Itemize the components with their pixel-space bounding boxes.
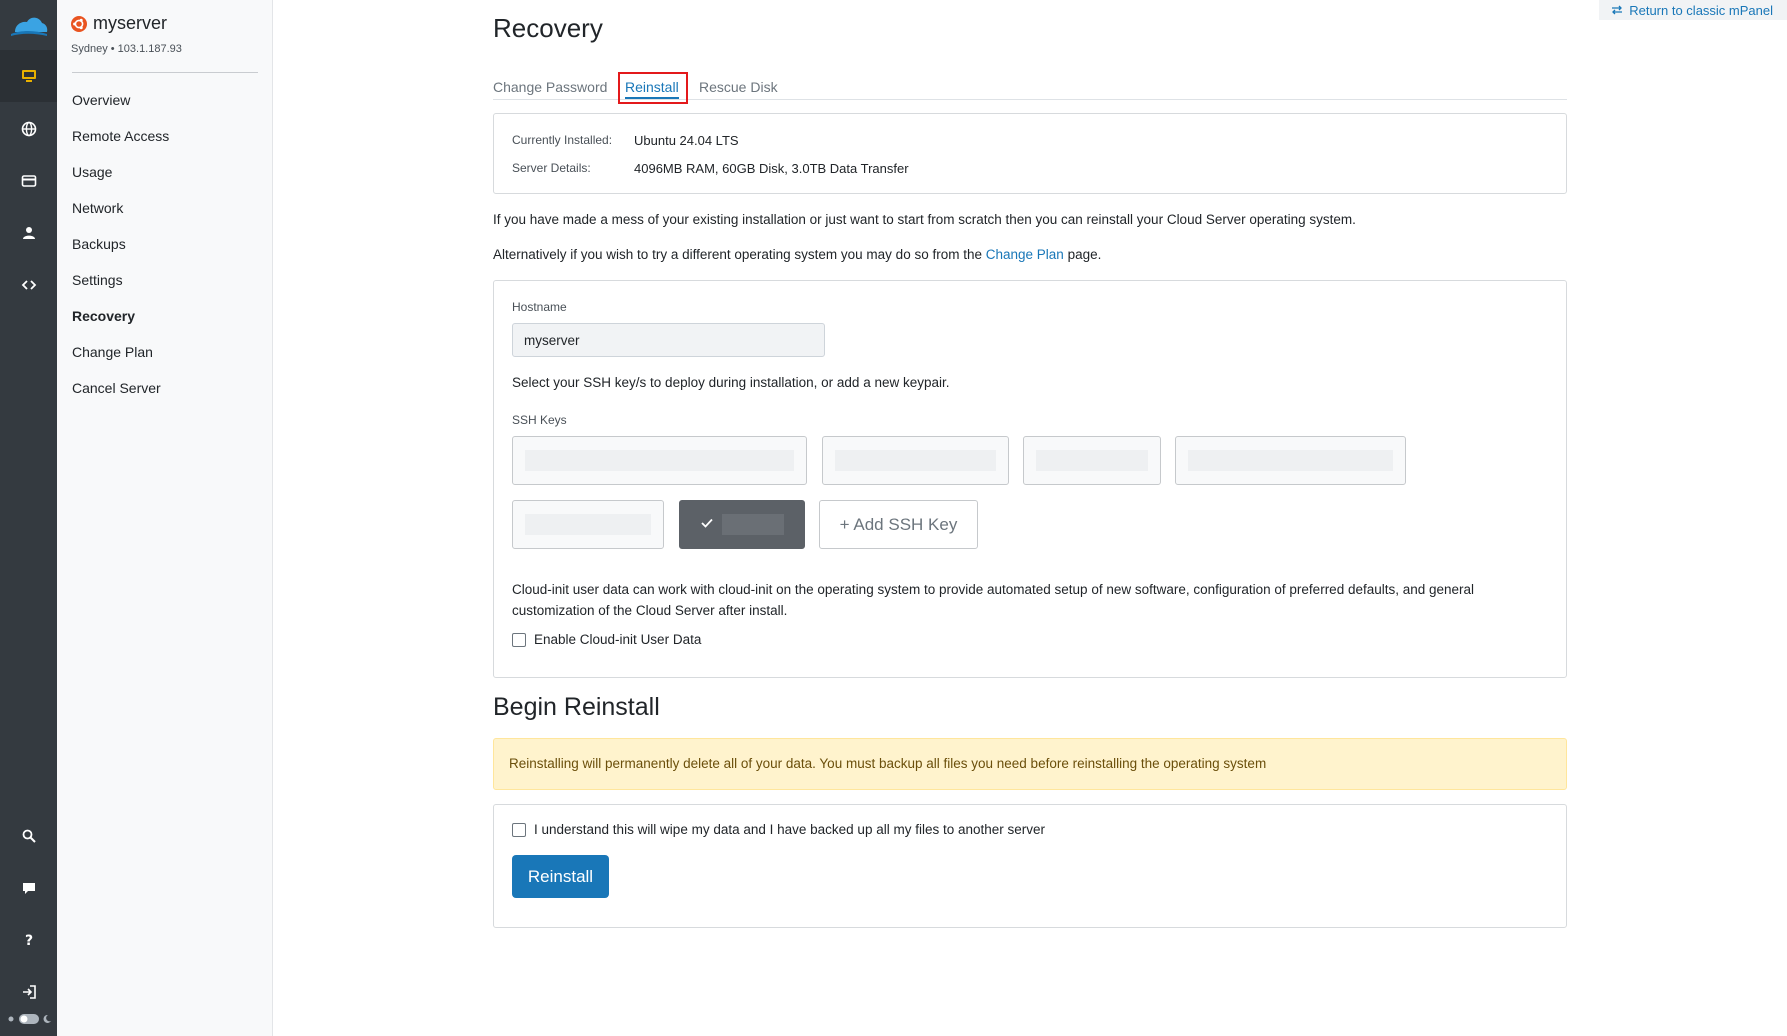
add-ssh-key-button[interactable]: + Add SSH Key [819,500,978,549]
page-title: Recovery [493,13,603,43]
installed-label: Currently Installed: [512,133,613,147]
begin-reinstall-heading: Begin Reinstall [493,693,660,721]
return-classic-link[interactable]: Return to classic mPanel [1599,0,1787,20]
icon-rail: ? [0,0,57,1036]
server-location: Sydney • 103.1.187.93 [71,43,182,55]
ssh-key-name-redacted [835,450,996,471]
ubuntu-icon [71,15,87,32]
ssh-key-option[interactable] [822,436,1009,485]
sidebar-item-cancel-server[interactable]: Cancel Server [72,370,169,406]
help-icon: ? [24,933,32,948]
sidebar-divider [72,72,258,73]
account-nav-button[interactable] [0,207,57,259]
change-plan-suffix: page. [1067,247,1102,262]
ssh-key-option[interactable] [512,500,664,549]
server-info-card: Currently Installed: Ubuntu 24.04 LTS Se… [493,113,1567,194]
sidebar-item-remote-access[interactable]: Remote Access [72,118,169,154]
tab-change-password[interactable]: Change Password [493,79,607,95]
ssh-key-name-redacted [1188,450,1393,471]
ssh-key-option[interactable] [1023,436,1161,485]
servers-nav-button[interactable] [0,50,57,102]
cloudinit-description-line1: Cloud-init user data can work with cloud… [512,582,1475,597]
tab-rescue-disk[interactable]: Rescue Disk [699,79,778,95]
confirm-checkbox[interactable] [512,822,526,837]
sidebar-item-usage[interactable]: Usage [72,154,169,190]
sun-icon [8,1016,14,1022]
chat-icon [22,883,35,894]
card-icon [21,175,36,187]
data-loss-warning: Reinstalling will permanently delete all… [493,738,1567,790]
ssh-key-name-redacted [1036,450,1148,471]
ssh-keys-label: SSH Keys [512,413,567,427]
reinstall-form-card: Hostname myserver Select your SSH key/s … [493,280,1567,678]
details-label: Server Details: [512,161,591,175]
change-plan-prefix: Alternatively if you wish to try a diffe… [493,247,982,262]
code-icon [21,280,36,290]
sidebar-item-overview[interactable]: Overview [72,82,169,118]
change-plan-link[interactable]: Change Plan [986,247,1064,262]
api-nav-button[interactable] [0,259,57,311]
change-plan-paragraph: Alternatively if you wish to try a diffe… [493,247,1101,262]
user-icon [22,227,35,239]
sidebar-item-network[interactable]: Network [72,190,169,226]
cloudinit-checkbox[interactable] [512,632,526,647]
server-name: myserver [93,13,168,33]
intro-paragraph: If you have made a mess of your existing… [493,212,1356,227]
search-icon [22,829,36,843]
cloudinit-checkbox-row: Enable Cloud-init User Data [512,632,701,647]
checkmark-icon [701,518,713,528]
logout-button[interactable] [0,966,57,1018]
billing-nav-button[interactable] [0,155,57,207]
details-value: 4096MB RAM, 60GB Disk, 3.0TB Data Transf… [634,161,909,176]
sidebar-item-backups[interactable]: Backups [72,226,169,262]
return-classic-label: Return to classic mPanel [1629,2,1773,18]
theme-toggle[interactable] [6,1012,52,1026]
cloudinit-description-line2: customization of the Cloud Server after … [512,603,788,618]
logout-icon [22,985,36,999]
theme-toggle-icon [19,1014,39,1024]
cloud-logo-icon[interactable] [9,12,49,40]
installed-value: Ubuntu 24.04 LTS [634,133,739,148]
ssh-key-option-selected[interactable] [679,500,805,549]
swap-arrows-icon [1612,5,1623,15]
help-button[interactable]: ? [0,914,57,966]
ssh-key-option[interactable] [1175,436,1406,485]
globe-icon [21,121,36,137]
chat-button[interactable] [0,862,57,914]
reinstall-button[interactable]: Reinstall [512,855,609,898]
cloudinit-checkbox-label[interactable]: Enable Cloud-init User Data [534,632,701,647]
confirm-checkbox-row: I understand this will wipe my data and … [512,822,1045,837]
ssh-key-option[interactable] [512,436,807,485]
server-header: myserver Sydney • 103.1.187.93 [71,13,182,55]
sidebar-item-settings[interactable]: Settings [72,262,169,298]
server-nav: Overview Remote Access Usage Network Bac… [72,82,169,406]
moon-icon [43,1014,51,1023]
server-sidebar: myserver Sydney • 103.1.187.93 Overview … [57,0,273,1036]
ssh-key-name-redacted [525,450,794,471]
ssh-key-name-redacted [722,514,784,535]
confirm-checkbox-label[interactable]: I understand this will wipe my data and … [534,822,1045,837]
search-button[interactable] [0,810,57,862]
hostname-input[interactable]: myserver [512,323,825,357]
hostname-label: Hostname [512,300,567,314]
domains-nav-button[interactable] [0,103,57,155]
sidebar-item-recovery[interactable]: Recovery [72,298,169,334]
tab-highlight-box [618,72,688,104]
sidebar-item-change-plan[interactable]: Change Plan [72,334,169,370]
confirm-card: I understand this will wipe my data and … [493,804,1567,928]
svg-text:?: ? [24,933,32,948]
monitor-icon [21,70,36,82]
ssh-key-name-redacted [525,514,651,535]
ssh-hint: Select your SSH key/s to deploy during i… [512,375,950,390]
